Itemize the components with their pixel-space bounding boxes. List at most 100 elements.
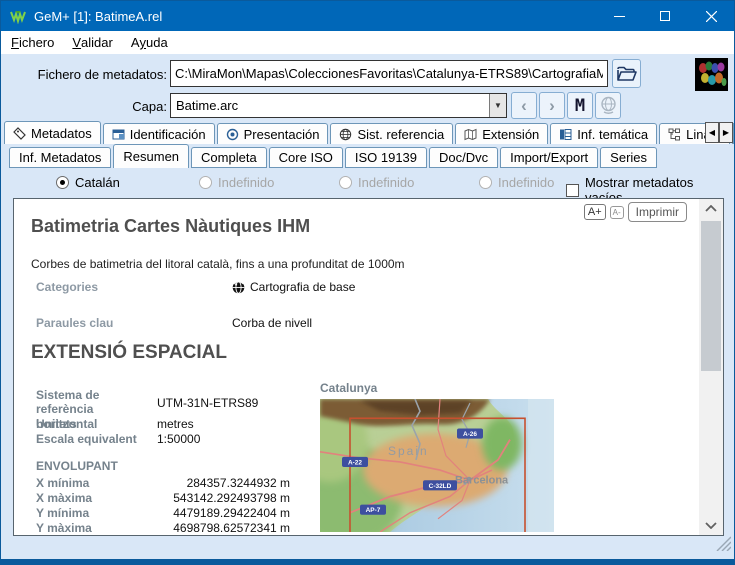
y-max-label: Y màxima <box>36 521 92 535</box>
tab-sist-referencia[interactable]: Sist. referencia <box>330 123 453 144</box>
scroll-down-icon[interactable] <box>699 516 723 535</box>
extent-map: Spain Barcelona A-26 A-22 C-32LD AP-7 <box>320 399 554 532</box>
svg-text:AP-7: AP-7 <box>366 507 381 514</box>
envelope-title: ENVOLUPANT <box>36 459 118 473</box>
units-value: metres <box>157 417 194 431</box>
checkbox-icon <box>566 184 579 197</box>
scrollbar-thumb[interactable] <box>701 221 721 371</box>
metadata-file-input[interactable] <box>170 60 608 87</box>
language-bar: Catalán Indefinido Indefinido Indefinido… <box>1 171 734 197</box>
miramon-logo <box>695 58 728 91</box>
miramon-button[interactable]: M <box>567 92 593 119</box>
globe-button[interactable] <box>595 92 621 119</box>
main-tab-strip: Metadatos Identificación Presentación <box>4 121 707 144</box>
units-label: Unitats <box>36 417 158 431</box>
radio-icon <box>56 176 69 189</box>
globe-category-icon <box>232 281 245 294</box>
road-badge: AP-7 <box>360 505 386 515</box>
vertical-scrollbar[interactable] <box>699 199 723 535</box>
y-min-value: 4479189.29422404 m <box>124 506 290 520</box>
app-icon <box>10 8 26 24</box>
tab-inf-tematica[interactable]: Inf. temática <box>550 123 657 144</box>
metadata-file-label: Fichero de metadatos: <box>11 67 167 82</box>
layer-label: Capa: <box>61 99 167 114</box>
tab-scroll-arrows: ◀ ▶ <box>705 122 733 143</box>
prev-layer-button[interactable]: ‹ <box>511 92 537 119</box>
subtab-inf-metadatos[interactable]: Inf. Metadatos <box>9 147 111 168</box>
chart-icon <box>559 128 572 141</box>
tab-scroll-left-icon[interactable]: ◀ <box>705 122 719 143</box>
subtab-doc-dvc[interactable]: Doc/Dvc <box>429 147 498 168</box>
maximize-button[interactable] <box>642 1 688 31</box>
menu-fichero[interactable]: Fichero <box>1 31 63 54</box>
radio-indefinido-2: Indefinido <box>339 175 414 190</box>
close-button[interactable] <box>688 1 734 31</box>
y-min-label: Y mínima <box>36 506 89 520</box>
radio-icon <box>479 176 492 189</box>
tab-identificacion[interactable]: Identificación <box>103 123 215 144</box>
subtab-core-iso[interactable]: Core ISO <box>269 147 343 168</box>
keywords-value: Corba de nivell <box>232 316 312 330</box>
subtab-series[interactable]: Series <box>600 147 657 168</box>
scroll-up-icon[interactable] <box>699 199 723 218</box>
section-title: EXTENSIÓ ESPACIAL <box>31 342 227 364</box>
map-country-label: Spain <box>388 444 429 458</box>
radio-icon <box>199 176 212 189</box>
map-title: Catalunya <box>320 381 377 395</box>
eye-icon <box>226 128 239 141</box>
radio-indefinido-1: Indefinido <box>199 175 274 190</box>
subtab-import-export[interactable]: Import/Export <box>500 147 598 168</box>
chevron-down-icon[interactable]: ▼ <box>489 94 506 117</box>
window-title: GeM+ [1]: BatimeA.rel <box>34 9 162 24</box>
x-min-value: 284357.3244932 m <box>124 476 290 490</box>
svg-text:C-32LD: C-32LD <box>429 483 452 490</box>
viewer-toolbar: A+ A- Imprimir <box>584 202 687 222</box>
tab-metadatos[interactable]: Metadatos <box>4 121 101 144</box>
resize-grip[interactable] <box>715 535 731 556</box>
radio-catalan[interactable]: Catalán <box>56 175 120 190</box>
x-max-label: X màxima <box>36 491 92 505</box>
table-icon <box>112 128 125 141</box>
print-button[interactable]: Imprimir <box>628 202 687 222</box>
road-badge: A-22 <box>342 457 368 467</box>
title-bar[interactable]: GeM+ [1]: BatimeA.rel <box>1 1 734 31</box>
window-bottom-border <box>1 559 734 564</box>
map-city-label: Barcelona <box>455 474 509 486</box>
tag-icon <box>13 127 26 140</box>
metadata-summary-panel: A+ A- Imprimir Batimetria Cartes Nàutiqu… <box>13 198 724 536</box>
document-title: Batimetria Cartes Nàutiques IHM <box>31 216 310 237</box>
subtab-resumen[interactable]: Resumen <box>113 144 189 168</box>
font-increase-button[interactable]: A+ <box>584 204 606 220</box>
gem-window: GeM+ [1]: BatimeA.rel Fichero Validar Ay… <box>0 0 735 565</box>
map-icon <box>464 128 477 141</box>
scale-label: Escala equivalent <box>36 432 158 446</box>
y-max-value: 4698798.62572341 m <box>124 521 290 535</box>
globe-icon <box>599 96 618 115</box>
globe-grid-icon <box>339 128 352 141</box>
keywords-label: Paraules clau <box>36 316 113 330</box>
scale-value: 1:50000 <box>157 432 200 446</box>
menu-ayuda[interactable]: Ayuda <box>122 31 177 54</box>
menu-validar[interactable]: Validar <box>63 31 121 54</box>
x-min-label: X mínima <box>36 476 89 490</box>
radio-icon <box>339 176 352 189</box>
subtab-completa[interactable]: Completa <box>191 147 267 168</box>
x-max-value: 543142.292493798 m <box>124 491 290 505</box>
radio-indefinido-3: Indefinido <box>479 175 554 190</box>
font-decrease-button[interactable]: A- <box>610 206 624 219</box>
open-folder-icon <box>617 66 637 82</box>
tab-presentacion[interactable]: Presentación <box>217 123 329 144</box>
tab-extension[interactable]: Extensión <box>455 123 548 144</box>
subtab-iso-19139[interactable]: ISO 19139 <box>345 147 427 168</box>
layer-combobox[interactable]: Batime.arc ▼ <box>170 93 507 118</box>
svg-text:A-22: A-22 <box>348 459 362 466</box>
tab-scroll-right-icon[interactable]: ▶ <box>719 122 733 143</box>
categories-label: Categories <box>36 280 98 294</box>
menu-bar: Fichero Validar Ayuda <box>1 31 734 54</box>
next-layer-button[interactable]: › <box>539 92 565 119</box>
road-badge: A-26 <box>457 428 483 438</box>
ref-system-value: UTM-31N-ETRS89 <box>157 396 258 410</box>
document-description: Corbes de batimetria del litoral català,… <box>31 257 405 271</box>
minimize-button[interactable] <box>596 1 642 31</box>
open-file-button[interactable] <box>612 59 641 88</box>
